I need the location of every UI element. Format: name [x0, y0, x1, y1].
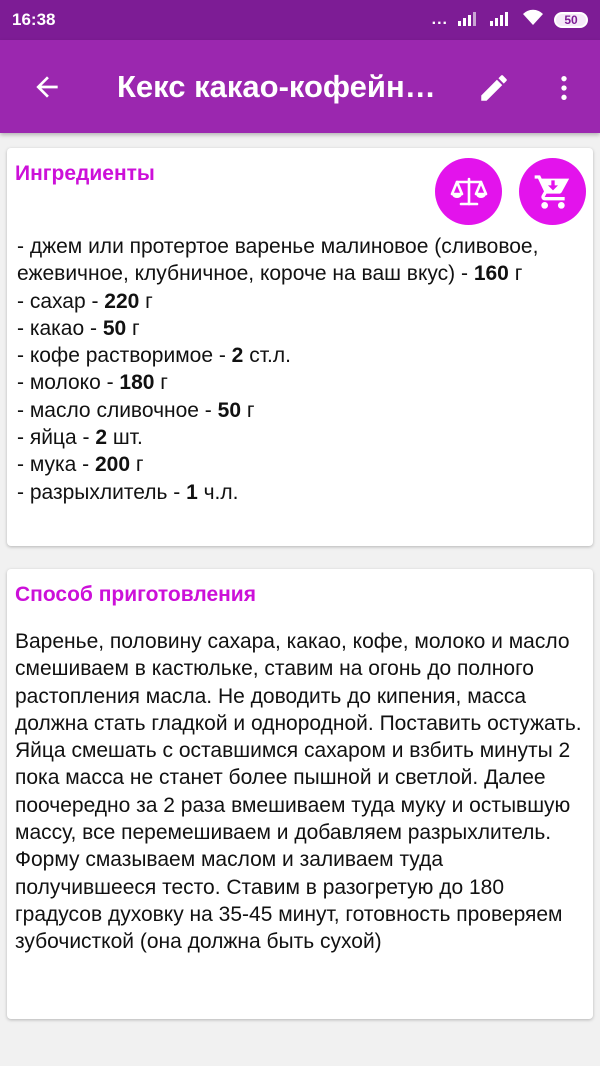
ingredients-list: - джем или протертое варенье малиновое (… [17, 233, 582, 506]
ingredient-item: - джем или протертое варенье малиновое (… [17, 235, 539, 286]
status-time: 16:38 [12, 10, 56, 29]
preparation-paragraph: Форму смазываем маслом и заливаем туда п… [15, 848, 563, 954]
edit-button[interactable] [472, 66, 516, 110]
ingredients-header: Ингредиенты [15, 162, 155, 185]
scale-button[interactable] [435, 158, 502, 225]
wifi-icon [522, 9, 544, 32]
signal-icon-2 [490, 10, 512, 31]
ingredient-item: - разрыхлитель - 1 ч.л. [17, 480, 239, 504]
app-bar: Кекс какао-кофейный с вареньем [0, 40, 600, 133]
ingredient-item: - молоко - 180 г [17, 371, 168, 395]
back-button[interactable] [25, 65, 69, 109]
preparation-paragraph: Яйца смешать с оставшимся сахаром и взби… [15, 739, 571, 845]
page-title: Кекс какао-кофейный с вареньем [117, 68, 437, 104]
arrow-left-icon [36, 75, 58, 98]
ingredient-item: - какао - 50 г [17, 316, 140, 340]
ingredient-item: - масло сливочное - 50 г [17, 398, 255, 422]
preparation-card: Способ приготовления Варенье, половину с… [7, 569, 593, 1019]
battery-indicator: 50 [554, 12, 588, 28]
ingredient-item: - яйца - 2 шт. [17, 426, 143, 450]
add-to-cart-button[interactable] [519, 158, 586, 225]
ingredient-item: - кофе растворимое - 2 ст.л. [17, 344, 291, 368]
pencil-icon [481, 75, 507, 101]
preparation-text: Варенье, половину сахара, какао, кофе, м… [15, 628, 585, 956]
status-bar: 16:38 ... 50 [0, 0, 600, 40]
ingredients-card: Ингредиенты - джем или протертое варенье… [7, 148, 593, 546]
preparation-header: Способ приготовления [15, 583, 256, 606]
status-icons: ... 50 [432, 9, 588, 32]
scale-icon [450, 177, 487, 205]
cart-download-icon [534, 174, 569, 209]
preparation-paragraph: Варенье, половину сахара, какао, кофе, м… [15, 630, 582, 735]
more-options-button[interactable] [542, 66, 586, 110]
ingredient-item: - сахар - 220 г [17, 289, 153, 313]
notification-dots: ... [431, 11, 448, 28]
more-vert-icon [561, 76, 567, 100]
signal-icon [458, 10, 480, 31]
ingredient-item: - мука - 200 г [17, 453, 144, 477]
